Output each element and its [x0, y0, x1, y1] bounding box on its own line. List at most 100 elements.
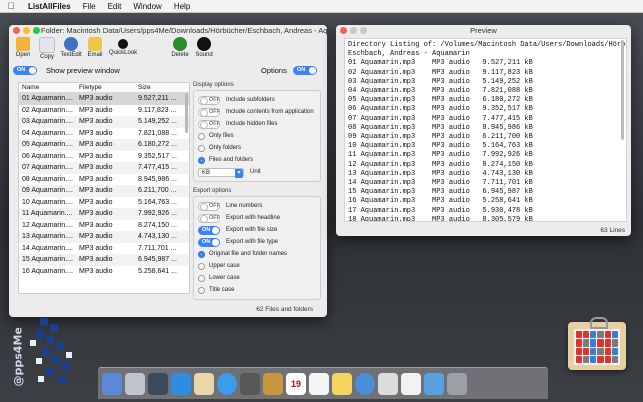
filetype-cell: MP3 audio [79, 233, 113, 240]
pixel-logo-icon [30, 318, 72, 384]
zoom-button[interactable] [33, 27, 40, 34]
notes-icon[interactable] [332, 373, 352, 395]
col-filetype-header[interactable]: Filetype [76, 83, 135, 92]
mission-control-icon[interactable] [148, 373, 168, 395]
line-numbers-toggle[interactable]: OFF [198, 201, 220, 211]
sound-button[interactable]: Sound [193, 37, 215, 58]
table-row[interactable]: 11 Aquamarin.... MP3 audio 7.992,926 ... [19, 208, 189, 220]
table-row[interactable]: 15 Aquamarin.... MP3 audio 6.945,987 ... [19, 254, 189, 266]
menu-edit[interactable]: Edit [102, 2, 128, 11]
table-row[interactable]: 12 Aquamarin.... MP3 audio 8.274,150 ... [19, 220, 189, 232]
preview-scrollbar[interactable] [621, 40, 624, 140]
include-hidden-toggle[interactable]: OFF [198, 119, 220, 129]
table-row[interactable]: 07 Aquamarin.... MP3 audio 7.477,415 ... [19, 162, 189, 174]
listallfiles-icon[interactable] [378, 373, 398, 395]
preview-minimize-button[interactable] [350, 27, 357, 34]
preview-titlebar[interactable]: Preview [336, 25, 631, 37]
grid-cell [611, 347, 618, 355]
preview-close-button[interactable] [340, 27, 347, 34]
table-row[interactable]: 09 Aquamarin.... MP3 audio 6.211,700 ... [19, 185, 189, 197]
main-titlebar[interactable]: Folder: Macintosh Data/Users/pps4Me/Down… [9, 25, 327, 37]
preview-zoom-button[interactable] [360, 27, 367, 34]
file-table[interactable]: Name Filetype Size 01 Aquamarin.... MP3 a… [18, 82, 190, 294]
textedit-button[interactable]: TextEdit [60, 37, 82, 58]
filetype-cell: MP3 audio [79, 221, 113, 229]
close-button[interactable] [13, 27, 20, 34]
launchpad-icon[interactable] [125, 373, 145, 395]
contacts-icon[interactable] [263, 373, 283, 395]
app-store-icon[interactable] [171, 373, 191, 395]
email-button[interactable]: Email [84, 37, 106, 58]
itunes-icon[interactable] [355, 373, 375, 395]
size-cell: 7.711,701 ... [138, 244, 177, 252]
table-row[interactable]: 16 Aquamarin.... MP3 audio 5.258,641 ... [19, 266, 189, 278]
quicklook-button[interactable]: QuickLook [108, 37, 138, 56]
table-row[interactable]: 05 Aquamarin.... MP3 audio 6.180,272 ... [19, 139, 189, 151]
table-row[interactable]: 14 Aquamarin.... MP3 audio 7.711,701 ... [19, 243, 189, 255]
downloads-folder-icon[interactable] [424, 373, 444, 395]
unit-select[interactable]: KB [198, 167, 244, 178]
include-hidden-label: Include hidden files [226, 121, 278, 127]
name-cell: 04 Aquamarin.... [22, 129, 73, 137]
delete-button[interactable]: Delete [169, 37, 191, 58]
export-file-type-toggle[interactable]: ON [198, 237, 220, 247]
trash-icon[interactable] [447, 373, 467, 395]
preview-text-area[interactable]: Directory Listing of: /Volumes/Macintosh… [344, 38, 627, 222]
preview-window-toggle[interactable]: ON [13, 65, 37, 75]
facetime-icon[interactable] [240, 373, 260, 395]
filetype-cell: MP3 audio [79, 244, 113, 252]
size-cell: 8.274,150 ... [138, 221, 177, 229]
title-case-radio[interactable] [198, 286, 205, 294]
table-row[interactable]: 13 Aquamarin.... MP3 audio 4.743,130 ... [19, 231, 189, 243]
menu-app-name[interactable]: ListAllFiles [22, 2, 77, 11]
export-file-size-label: Export with file size [226, 227, 278, 233]
lower-case-radio[interactable] [198, 274, 205, 282]
col-size-header[interactable]: Size [135, 83, 188, 92]
name-cell: 11 Aquamarin.... [22, 210, 73, 217]
preview-line: 04 Aquamarin.mp3 MP3 audio 7.821,088 kB [348, 87, 533, 96]
reminders-icon[interactable] [309, 373, 329, 395]
grid-cell [576, 355, 583, 363]
col-name-header[interactable]: Name [19, 83, 76, 92]
grid-cell [576, 339, 583, 347]
export-headline-toggle[interactable]: OFF [198, 213, 220, 223]
table-row[interactable]: 01 Aquamarin.... MP3 audio 9.527,211 ... [19, 93, 189, 105]
minimize-button[interactable] [23, 27, 30, 34]
files-and-folders-radio[interactable] [198, 156, 205, 164]
safari-icon[interactable] [217, 373, 237, 395]
table-row[interactable]: 08 Aquamarin.... MP3 audio 8.945,986 ... [19, 174, 189, 186]
grid-cell [583, 331, 590, 339]
menu-window[interactable]: Window [127, 2, 167, 11]
size-cell: 9.527,211 ... [138, 95, 177, 102]
only-folders-radio[interactable] [198, 144, 205, 152]
open-button[interactable]: Open [12, 37, 34, 58]
include-app-contents-toggle[interactable]: OFF [198, 107, 220, 117]
options-toggle[interactable]: ON [293, 65, 317, 75]
menu-file[interactable]: File [77, 2, 102, 11]
grid-cell [604, 339, 611, 347]
apple-icon[interactable]:  [0, 1, 22, 11]
only-files-radio[interactable] [198, 132, 205, 140]
include-subfolders-toggle[interactable]: OFF [198, 95, 220, 105]
export-file-size-toggle[interactable]: ON [198, 225, 220, 235]
upper-case-radio[interactable] [198, 262, 205, 270]
original-names-radio[interactable] [198, 250, 205, 258]
notepad-widget-icon[interactable] [568, 317, 626, 370]
table-row[interactable]: 06 Aquamarin.... MP3 audio 9.352,517 ... [19, 151, 189, 163]
grid-cell [597, 339, 604, 347]
table-row[interactable]: 02 Aquamarin.... MP3 audio 9.117,823 ... [19, 105, 189, 117]
table-scrollbar[interactable] [185, 93, 188, 133]
document-icon[interactable] [401, 373, 421, 395]
clipboard-grid [574, 329, 620, 365]
table-row[interactable]: 03 Aquamarin.... MP3 audio 5.149,252 ... [19, 116, 189, 128]
preview-line: 12 Aquamarin.mp3 MP3 audio 8.274,150 kB [348, 160, 533, 169]
copy-button[interactable]: Copy [36, 37, 58, 60]
table-row[interactable]: 10 Aquamarin.... MP3 audio 5.164,763 ... [19, 197, 189, 209]
menu-help[interactable]: Help [168, 2, 196, 11]
size-cell: 6.211,700 ... [138, 187, 177, 194]
script-editor-icon[interactable] [194, 373, 214, 395]
table-row[interactable]: 04 Aquamarin.... MP3 audio 7.821,088 ... [19, 128, 189, 140]
calendar-icon[interactable]: 19 [286, 373, 306, 395]
preview-line: Directory Listing of: /Volumes/Macintosh… [348, 41, 627, 49]
finder-icon[interactable] [102, 373, 122, 395]
